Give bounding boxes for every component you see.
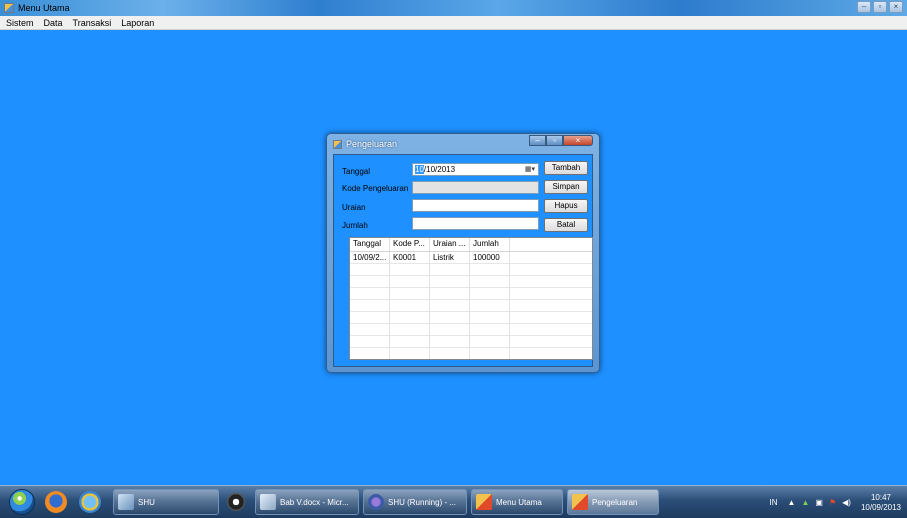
system-tray: IN ▲ ▲ ▣ ⚑ ◀) 10:47 10/09/2013 [770,486,907,518]
batal-button[interactable]: Batal [544,218,588,232]
volume-icon[interactable]: ◀) [842,498,851,507]
dialog-title: Pengeluaran [346,139,398,149]
date-rest-segment: /10/2013 [423,165,456,174]
uraian-field[interactable] [412,199,539,212]
table-row[interactable]: 10/09/2... K0001 Listrik 100000 [350,252,592,264]
column-header-kode[interactable]: Kode P... [390,238,430,251]
app-icon [4,3,14,13]
kode-pengeluaran-field[interactable] [412,181,539,194]
taskbar-item-menu-utama[interactable]: Menu Utama [471,489,563,515]
app-icon [572,494,588,510]
dialog-close-button[interactable]: × [563,135,593,146]
recording-app-icon[interactable] [227,493,245,511]
device-icon[interactable]: ▣ [815,498,823,507]
dialog-maximize-button[interactable]: ▫ [546,135,563,146]
menu-transaksi[interactable]: Transaksi [73,18,112,28]
jumlah-label: Jumlah [342,221,368,230]
pengeluaran-data-grid[interactable]: Tanggal Kode P... Uraian ... Jumlah 10/0… [349,237,593,360]
minimize-button[interactable]: – [857,1,871,13]
app-icon [476,494,492,510]
taskbar: SHU Bab V.docx - Micr... SHU (Running) -… [0,485,907,518]
network-warning-icon[interactable]: ▲ [801,498,809,507]
shu-icon [118,494,134,510]
dialog-client-area: Tanggal 10/10/2013 ▦▾ Kode Pengeluaran U… [333,154,593,367]
grid-header-row: Tanggal Kode P... Uraian ... Jumlah [350,238,592,252]
dialog-minimize-button[interactable]: – [529,135,546,146]
firefox-icon[interactable] [45,491,67,513]
clock-date: 10/09/2013 [860,502,901,512]
dialog-controls: – ▫ × [529,135,593,146]
language-indicator[interactable]: IN [770,498,778,507]
taskbar-item-word[interactable]: Bab V.docx - Micr... [255,489,359,515]
taskbar-item-visual-studio[interactable]: SHU (Running) - ... [363,489,467,515]
cell-uraian: Listrik [430,252,470,263]
tanggal-label: Tanggal [342,167,371,176]
calendar-dropdown-icon[interactable]: ▦▾ [523,165,537,174]
column-header-jumlah[interactable]: Jumlah [470,238,510,251]
menu-data[interactable]: Data [44,18,63,28]
column-header-uraian[interactable]: Uraian ... [430,238,470,251]
hapus-button[interactable]: Hapus [544,199,588,213]
close-button[interactable]: × [889,1,903,13]
main-window-titlebar: Menu Utama – ▫ × [0,0,907,16]
dialog-titlebar[interactable]: Pengeluaran – ▫ × [327,134,599,154]
date-day-segment: 10 [415,165,424,174]
clock-time: 10:47 [870,492,891,502]
menu-laporan[interactable]: Laporan [121,18,154,28]
restore-button[interactable]: ▫ [873,1,887,13]
cell-kode: K0001 [390,252,430,263]
visual-studio-icon [368,494,384,510]
jumlah-field[interactable] [412,217,539,230]
app-icon [333,139,342,149]
taskbar-item-shu[interactable]: SHU [113,489,219,515]
cell-tanggal: 10/09/2... [350,252,390,263]
simpan-button[interactable]: Simpan [544,180,588,194]
tanggal-date-picker[interactable]: 10/10/2013 ▦▾ [412,163,539,176]
clock[interactable]: 10:47 10/09/2013 [861,493,901,513]
kode-pengeluaran-label: Kode Pengeluaran [342,184,409,193]
start-button[interactable] [9,489,35,515]
main-window-controls: – ▫ × [857,1,903,13]
show-hidden-icons-icon[interactable]: ▲ [788,498,796,507]
cell-jumlah: 100000 [470,252,510,263]
uraian-label: Uraian [342,203,366,212]
internet-explorer-icon[interactable] [79,491,101,513]
word-icon [260,494,276,510]
action-center-flag-icon[interactable]: ⚑ [829,498,836,507]
menu-sistem[interactable]: Sistem [6,18,34,28]
column-header-tanggal[interactable]: Tanggal [350,238,390,251]
main-window-title: Menu Utama [18,3,70,13]
pengeluaran-dialog: Pengeluaran – ▫ × Tanggal 10/10/2013 ▦▾ … [326,133,600,373]
taskbar-item-pengeluaran[interactable]: Pengeluaran [567,489,659,515]
tambah-button[interactable]: Tambah [544,161,588,175]
menu-bar: Sistem Data Transaksi Laporan [0,16,907,30]
